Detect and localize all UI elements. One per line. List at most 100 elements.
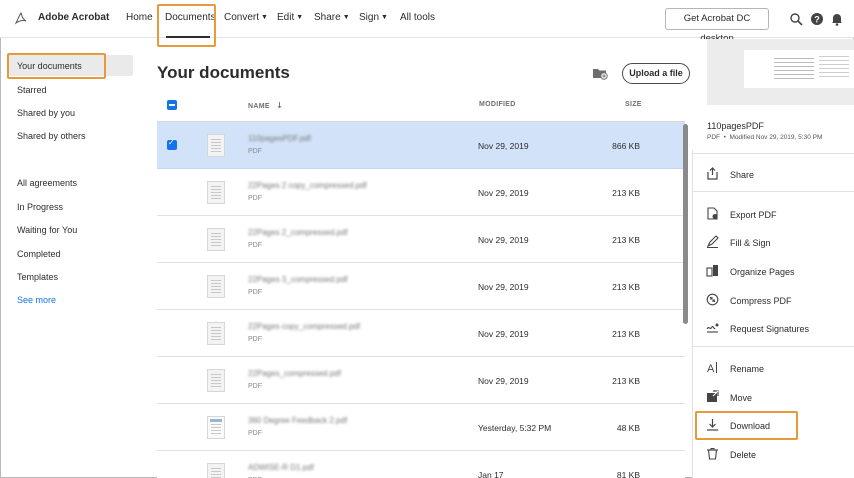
nav-home[interactable]: Home [126,12,153,23]
action-share[interactable]: Share [730,170,754,180]
request-signatures-icon [706,323,719,333]
file-size: 213 KB [612,329,640,339]
nav-edit[interactable]: Edit ▼ [277,12,303,23]
column-header-modified[interactable]: MODIFIED [479,101,516,108]
table-row[interactable]: 110pagesPDF.pdf PDF Nov 29, 2019 866 KB [157,122,685,169]
export-pdf-icon [707,207,718,220]
help-icon[interactable]: ? [810,12,824,26]
file-modified: Jan 17 [478,470,504,478]
action-export-pdf[interactable]: Export PDF [730,210,777,220]
preview-page [744,50,854,88]
file-thumbnail [207,322,225,345]
svg-text:?: ? [814,15,820,25]
search-icon[interactable] [789,12,803,26]
sidebar-item-all-agreements[interactable]: All agreements [17,178,77,188]
table-row[interactable]: ADWISE-R D1.pdf PDF Jan 17 81 KB [157,451,685,478]
file-name[interactable]: 360 Degree Feedback 2.pdf [248,416,347,425]
details-divider [692,191,854,192]
file-size: 81 KB [616,470,640,478]
file-name[interactable]: 110pagesPDF.pdf [248,134,311,143]
table-row[interactable]: 22Pages 2 copy_compressed.pdf PDF Nov 29… [157,169,685,216]
action-delete[interactable]: Delete [730,450,756,460]
file-thumbnail [207,463,225,478]
details-file-name: 110pagesPDF [707,121,764,131]
file-type: PDF [248,336,262,343]
nav-sign[interactable]: Sign ▼ [359,12,388,23]
bell-icon[interactable] [830,12,844,26]
sidebar-item-shared-by-you[interactable]: Shared by you [17,108,75,118]
details-modified: Modified Nov 29, 2019, 5:30 PM [729,134,823,141]
action-move[interactable]: Move [730,393,752,403]
file-type: PDF [248,383,262,390]
table-row[interactable]: 22Pages_compressed.pdf PDF Nov 29, 2019 … [157,357,685,404]
file-type: PDF [248,430,262,437]
file-size: 213 KB [612,282,640,292]
column-header-name[interactable]: NAME ↓ [248,101,283,110]
file-name[interactable]: ADWISE-R D1.pdf [248,463,314,472]
see-more-link[interactable]: See more [17,295,56,305]
share-icon [707,167,718,180]
chevron-down-icon: ▼ [261,14,268,21]
nav-sign-label: Sign [359,12,380,23]
rename-icon: A [707,362,717,374]
file-name[interactable]: 22Pages 2 copy_compressed.pdf [248,181,367,190]
action-fill-sign[interactable]: Fill & Sign [730,238,771,248]
file-thumbnail [207,228,225,251]
nav-all-tools[interactable]: All tools [400,12,435,23]
file-type: PDF [248,148,262,155]
details-divider [692,346,854,347]
get-desktop-button[interactable]: Get Acrobat DC desktop [665,8,769,44]
column-header-size[interactable]: SIZE [625,101,642,108]
file-modified: Nov 29, 2019 [478,329,529,339]
file-thumbnail [207,369,225,392]
nav-convert[interactable]: Convert ▼ [224,12,268,23]
file-size: 866 KB [612,141,640,151]
chevron-down-icon: ▼ [381,14,388,21]
file-name[interactable]: 22Pages copy_compressed.pdf [248,322,360,331]
select-all-checkbox[interactable] [167,100,177,110]
file-size: 213 KB [612,188,640,198]
brand-name: Adobe Acrobat [38,12,110,23]
details-file-meta: PDF • Modified Nov 29, 2019, 5:30 PM [707,134,823,141]
file-name[interactable]: 22Pages 2_compressed.pdf [248,228,348,237]
file-thumbnail [207,275,225,298]
action-rename[interactable]: Rename [730,364,764,374]
action-organize-pages[interactable]: Organize Pages [730,267,795,277]
file-modified: Nov 29, 2019 [478,235,529,245]
sidebar-item-templates[interactable]: Templates [17,272,58,282]
svg-text:A: A [707,363,715,374]
table-row[interactable]: 22Pages copy_compressed.pdf PDF Nov 29, … [157,310,685,357]
new-folder-icon[interactable] [592,66,608,80]
details-panel-border [692,150,693,478]
file-name[interactable]: 22Pages_compressed.pdf [248,369,341,378]
action-request-signatures[interactable]: Request Signatures [730,324,809,334]
sidebar-item-shared-by-others[interactable]: Shared by others [17,131,86,141]
file-thumbnail [207,416,225,439]
upload-file-button[interactable]: Upload a file [622,63,690,84]
sidebar-item-starred[interactable]: Starred [17,85,47,95]
sidebar-item-waiting-for-you[interactable]: Waiting for You [17,225,77,235]
sidebar-item-completed[interactable]: Completed [17,249,61,259]
sidebar-item-in-progress[interactable]: In Progress [17,202,63,212]
fill-sign-icon [706,235,719,248]
list-scrollbar[interactable] [683,124,688,324]
file-name[interactable]: 22Pages 3_compressed.pdf [248,275,348,284]
details-file-type: PDF [707,134,720,141]
table-row[interactable]: 360 Degree Feedback 2.pdf PDF Yesterday,… [157,404,685,451]
details-divider [692,153,854,154]
file-modified: Nov 29, 2019 [478,141,529,151]
table-row[interactable]: 22Pages 3_compressed.pdf PDF Nov 29, 201… [157,263,685,310]
column-header-name-label: NAME [248,103,270,110]
action-compress-pdf[interactable]: Compress PDF [730,296,792,306]
file-size: 48 KB [616,423,640,433]
file-size: 213 KB [612,235,640,245]
nav-share[interactable]: Share ▼ [314,12,350,23]
documents-table: 110pagesPDF.pdf PDF Nov 29, 2019 866 KB … [157,122,685,478]
arrow-down-icon: ↓ [276,101,284,110]
row-checkbox[interactable] [167,138,177,150]
nav-convert-label: Convert [224,12,260,23]
table-row[interactable]: 22Pages 2_compressed.pdf PDF Nov 29, 201… [157,216,685,263]
file-thumbnail [207,134,225,157]
organize-pages-icon [706,265,718,277]
top-navigation: Adobe Acrobat Home Documents Convert ▼ Ed… [0,0,854,44]
